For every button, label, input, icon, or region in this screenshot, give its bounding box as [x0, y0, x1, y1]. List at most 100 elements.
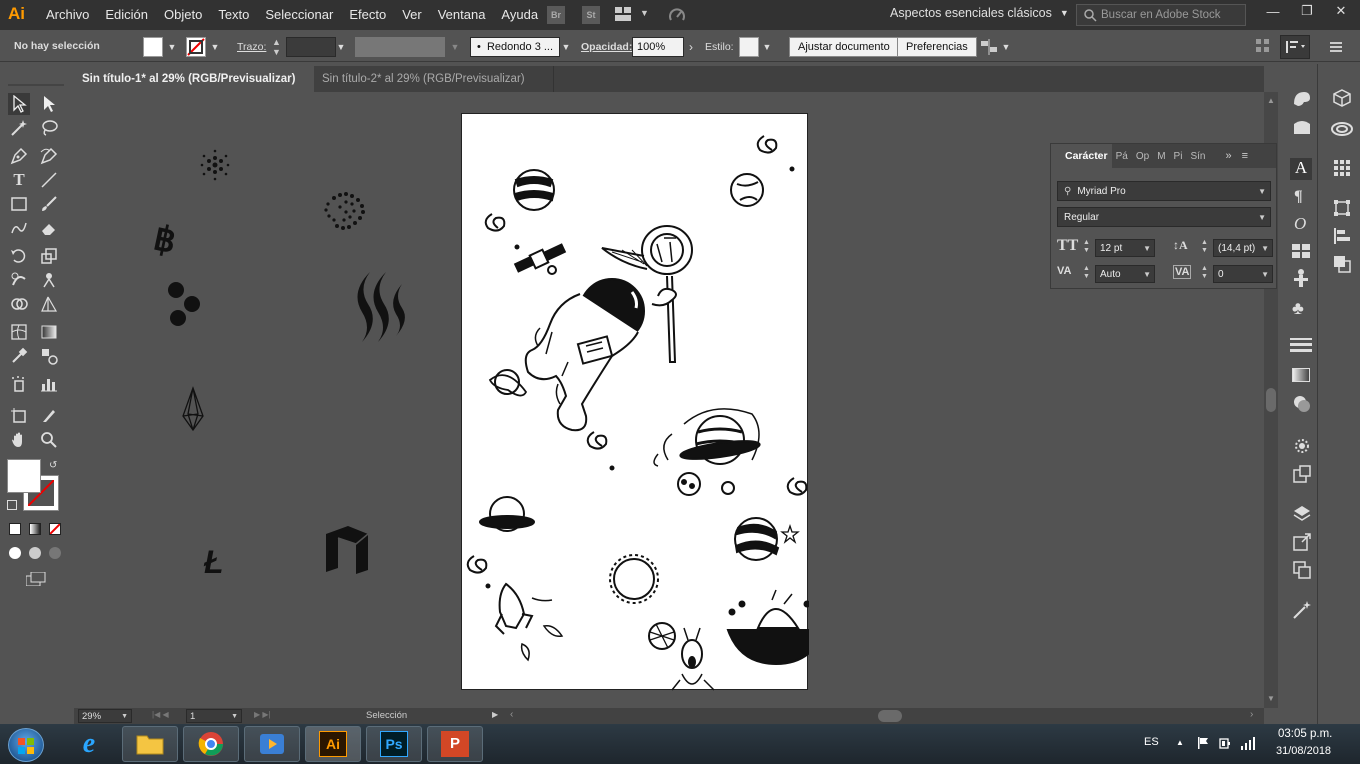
scroll-left-icon[interactable]: ‹: [510, 709, 513, 720]
tab-pi[interactable]: Pi: [1170, 151, 1187, 162]
rectangle-tool-icon[interactable]: [8, 193, 30, 215]
iota-logo-icon[interactable]: [320, 190, 370, 232]
menu-efecto[interactable]: Efecto: [341, 0, 394, 30]
scroll-up-icon[interactable]: ▲: [1267, 96, 1275, 105]
neo-logo-icon[interactable]: [324, 524, 370, 576]
chevron-down-icon[interactable]: ▼: [559, 37, 573, 57]
draw-normal-icon[interactable]: [9, 547, 21, 559]
variable-width-profile[interactable]: [355, 37, 445, 57]
font-style-field[interactable]: Regular ▼: [1057, 207, 1271, 227]
artboard-tool-icon[interactable]: [8, 405, 30, 427]
magic-wand-icon[interactable]: [8, 117, 30, 139]
fill-color-box[interactable]: [7, 459, 41, 493]
menu-ventana[interactable]: Ventana: [430, 0, 494, 30]
symbols-icon[interactable]: ♣: [1292, 298, 1304, 319]
stroke-panel-icon[interactable]: [1290, 338, 1312, 352]
preferences-button[interactable]: Preferencias: [897, 37, 977, 57]
eos-logo-icon[interactable]: [180, 386, 206, 432]
menu-ver[interactable]: Ver: [394, 0, 430, 30]
arrange-documents-icon[interactable]: [615, 7, 631, 21]
transparency-icon[interactable]: [1292, 394, 1312, 414]
magic-wand-panel-icon[interactable]: [1292, 600, 1312, 620]
selection-tool-icon[interactable]: [8, 93, 30, 115]
menu-objeto[interactable]: Objeto: [156, 0, 210, 30]
power-icon[interactable]: [1218, 736, 1232, 750]
tracking-stepper[interactable]: ▲ ▼: [1201, 265, 1208, 281]
stroke-label[interactable]: Trazo:: [237, 41, 266, 53]
color-guide-icon[interactable]: [1292, 90, 1312, 108]
file-explorer-icon[interactable]: [122, 726, 178, 762]
draw-behind-icon[interactable]: [29, 547, 41, 559]
internet-explorer-icon[interactable]: e: [66, 726, 112, 762]
status-menu-icon[interactable]: ▶: [492, 710, 498, 719]
cardano-logo-icon[interactable]: [198, 147, 232, 183]
close-icon[interactable]: ✕: [1324, 3, 1358, 19]
eyedropper-tool-icon[interactable]: [8, 345, 30, 367]
gradient-tool-icon[interactable]: [38, 321, 60, 343]
chevron-down-icon[interactable]: ▼: [999, 37, 1013, 57]
litecoin-logo-icon[interactable]: Ł: [204, 544, 224, 581]
lasso-tool-icon[interactable]: [38, 117, 60, 139]
libraries-icon[interactable]: [1332, 88, 1352, 108]
opacity-label[interactable]: Opacidad:: [581, 41, 632, 53]
fill-swatch[interactable]: [143, 37, 163, 57]
powerpoint-taskbar-icon[interactable]: P: [427, 726, 483, 762]
tab-m[interactable]: M: [1153, 151, 1169, 162]
restore-icon[interactable]: ❐: [1290, 3, 1324, 19]
blend-tool-icon[interactable]: [38, 345, 60, 367]
stroke-swatch[interactable]: [186, 37, 206, 57]
scroll-right-icon[interactable]: ›: [1250, 709, 1253, 720]
ripple-logo-icon[interactable]: [164, 280, 204, 330]
paintbrush-tool-icon[interactable]: [38, 193, 60, 215]
chevron-down-icon[interactable]: ▼: [165, 37, 179, 57]
grid-icon[interactable]: [1256, 39, 1270, 53]
tab-sin[interactable]: Sín: [1186, 151, 1209, 162]
network-signal-icon[interactable]: [1240, 736, 1256, 750]
asset-export-icon[interactable]: [1292, 464, 1312, 484]
steem-logo-icon[interactable]: [352, 270, 414, 344]
chevron-right-icon[interactable]: ›: [684, 37, 698, 57]
glyphs-icon[interactable]: [1292, 244, 1310, 258]
illustrator-taskbar-icon[interactable]: Ai: [305, 726, 361, 762]
screen-mode-icon[interactable]: [25, 571, 46, 587]
tracking-field[interactable]: 0 ▼: [1213, 265, 1273, 283]
expand-icon[interactable]: »: [1225, 150, 1231, 162]
first-page-icon[interactable]: |◀ ◀: [152, 710, 169, 719]
align-left-icon[interactable]: [1332, 226, 1352, 246]
action-center-flag-icon[interactable]: [1196, 736, 1210, 750]
zoom-tool-icon[interactable]: [38, 429, 60, 451]
slice-tool-icon[interactable]: [38, 405, 60, 427]
draw-inside-icon[interactable]: [49, 547, 61, 559]
font-family-field[interactable]: ⚲ Myriad Pro ▼: [1057, 181, 1271, 201]
show-hidden-icons-icon[interactable]: ▲: [1176, 738, 1184, 747]
kerning-field[interactable]: Auto ▼: [1095, 265, 1155, 283]
swap-fill-stroke-icon[interactable]: ↺: [49, 460, 57, 471]
minimize-icon[interactable]: —: [1256, 4, 1290, 19]
none-mode-icon[interactable]: [49, 523, 61, 535]
align-distribute-icon[interactable]: [980, 39, 998, 55]
scroll-down-icon[interactable]: ▼: [1267, 694, 1275, 703]
color-mode-icon[interactable]: [9, 523, 21, 535]
bridge-button[interactable]: Br: [547, 6, 565, 24]
chrome-icon[interactable]: [183, 726, 239, 762]
zoom-field[interactable]: 29% ▼: [78, 709, 132, 723]
chevron-down-icon[interactable]: ▼: [760, 37, 774, 57]
leading-field[interactable]: (14,4 pt) ▼: [1213, 239, 1273, 257]
gpu-performance-icon[interactable]: [668, 6, 686, 24]
appearance-icon[interactable]: [1292, 118, 1312, 136]
bitcoin-logo-icon[interactable]: ฿: [150, 218, 179, 262]
column-graph-icon[interactable]: [38, 373, 60, 395]
menu-seleccionar[interactable]: Seleccionar: [257, 0, 341, 30]
leading-stepper[interactable]: ▲ ▼: [1201, 239, 1208, 255]
opentype-icon[interactable]: O: [1294, 214, 1306, 234]
workspace-switcher[interactable]: Aspectos esenciales clásicos ▼: [890, 6, 1069, 20]
pathfinder-icon[interactable]: [1332, 254, 1352, 274]
perspective-grid-icon[interactable]: [38, 293, 60, 315]
brush-definition-field[interactable]: • Redondo 3 ...: [470, 37, 560, 57]
start-button[interactable]: [8, 728, 44, 762]
align-icon[interactable]: [1332, 158, 1352, 178]
font-size-field[interactable]: 12 pt ▼: [1095, 239, 1155, 257]
eraser-tool-icon[interactable]: [38, 217, 60, 239]
menu-icon[interactable]: ≡: [1242, 150, 1248, 162]
panel-options-button[interactable]: [1280, 35, 1310, 59]
